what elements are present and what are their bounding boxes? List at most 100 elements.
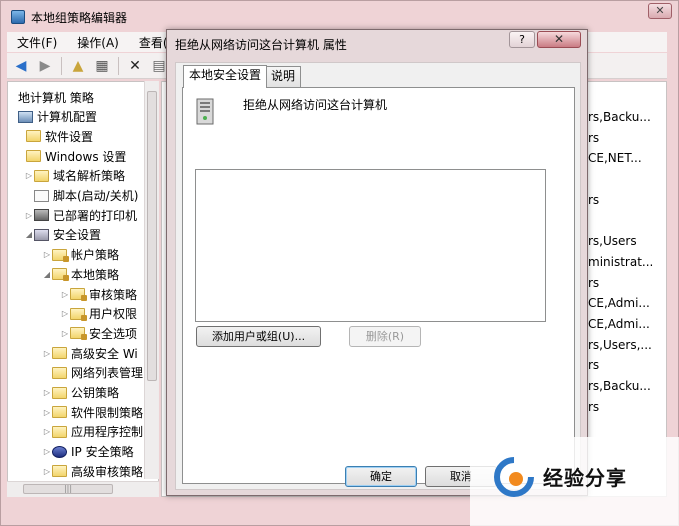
- toolbar-separator: [118, 56, 119, 75]
- menu-action[interactable]: 操作(A): [67, 34, 129, 51]
- tree-item[interactable]: ▷ 公钥策略: [42, 384, 119, 402]
- tree-item-label: 软件设置: [45, 129, 94, 144]
- remove-button[interactable]: 删除(R): [349, 326, 421, 347]
- list-item[interactable]: rs,Users: [588, 232, 637, 250]
- tree-item[interactable]: ▷ 审核策略: [60, 285, 137, 303]
- folder-icon: [52, 366, 67, 379]
- expand-arrow-icon[interactable]: ▷: [42, 349, 52, 358]
- tree-item-label: 公钥策略: [71, 386, 120, 400]
- main-window-title: 本地组策略编辑器: [31, 10, 128, 25]
- tree-item-label: 本地策略: [71, 267, 120, 282]
- lockfolder-icon: [52, 248, 69, 262]
- tree-item[interactable]: ▷ 安全选项: [60, 324, 137, 342]
- security-icon: [34, 228, 49, 241]
- folder-icon: [26, 150, 41, 163]
- list-item[interactable]: CE,Admi...: [588, 315, 650, 333]
- tree-item-label: 域名解析策略: [53, 169, 126, 184]
- expand-arrow-icon[interactable]: ▷: [24, 171, 34, 180]
- expand-arrow-icon[interactable]: ▷: [42, 447, 52, 456]
- tree-item[interactable]: ▷ 软件限制策略: [42, 403, 143, 421]
- delete-icon[interactable]: ✕: [125, 56, 145, 76]
- computer-icon: [18, 110, 33, 123]
- list-item[interactable]: rs,Users,...: [588, 336, 652, 354]
- expand-arrow-icon[interactable]: ▷: [60, 329, 70, 338]
- lockfolder-icon: [52, 268, 69, 282]
- tree-item[interactable]: 脚本(启动/关机): [24, 187, 138, 205]
- main-close-button[interactable]: ✕: [648, 3, 672, 19]
- tree-item[interactable]: 计算机配置: [8, 108, 97, 126]
- tree-vertical-scroll-thumb[interactable]: [147, 91, 157, 381]
- tree-item-label: 帐户策略: [71, 248, 120, 263]
- expand-arrow-icon[interactable]: ▷: [42, 427, 52, 436]
- folder-icon: [52, 465, 67, 478]
- list-item[interactable]: rs: [588, 274, 599, 292]
- dialog-close-button[interactable]: ✕: [537, 31, 581, 48]
- up-folder-icon[interactable]: ▲: [68, 56, 88, 76]
- expand-arrow-icon[interactable]: ◢: [24, 230, 34, 239]
- tree-item[interactable]: 网络列表管理: [42, 364, 143, 382]
- tree-item[interactable]: ◢ 本地策略: [42, 265, 119, 283]
- tree-item-label: 网络列表管理: [71, 366, 144, 381]
- main-title-bar: 本地组策略编辑器: [11, 6, 127, 28]
- expand-arrow-icon[interactable]: ▷: [60, 290, 70, 299]
- printer-icon: [34, 209, 49, 222]
- tree-item[interactable]: 软件设置: [16, 127, 93, 145]
- show-hide-tree-icon[interactable]: ▦: [92, 56, 112, 76]
- lockfolder-icon: [70, 307, 87, 321]
- list-item[interactable]: CE,NET...: [588, 149, 642, 167]
- expand-arrow-icon[interactable]: ◢: [42, 270, 52, 279]
- dialog-title: 拒绝从网络访问这台计算机 属性: [175, 38, 347, 52]
- list-item[interactable]: rs: [588, 356, 599, 374]
- tree-item-label: 用户权限: [89, 307, 138, 322]
- expand-arrow-icon[interactable]: ▷: [24, 211, 34, 220]
- expand-arrow-icon[interactable]: ▷: [42, 467, 52, 476]
- menu-file[interactable]: 文件(F): [7, 34, 67, 51]
- tree-item-label: 高级安全 Wi: [71, 346, 138, 361]
- tab-explain[interactable]: 说明: [265, 66, 302, 87]
- script-icon: [34, 189, 49, 202]
- help-button[interactable]: ?: [509, 31, 535, 48]
- add-user-or-group-button[interactable]: 添加用户或组(U)...: [196, 326, 321, 347]
- list-item[interactable]: ministrat...: [588, 253, 653, 271]
- folder-icon: [52, 425, 67, 438]
- tree-item-label: Windows 设置: [45, 149, 127, 164]
- tree-item[interactable]: ▷ 用户权限: [60, 305, 137, 323]
- list-item[interactable]: CE,Admi...: [588, 294, 650, 312]
- watermark-text: 经验分享: [543, 466, 627, 490]
- tree-item[interactable]: ▷ 应用程序控制: [42, 423, 143, 441]
- list-item[interactable]: rs: [588, 129, 599, 147]
- forward-icon[interactable]: ▶: [35, 56, 55, 76]
- expand-arrow-icon[interactable]: ▷: [42, 408, 52, 417]
- tree-item-label: 高级审核策略: [71, 464, 144, 479]
- watermark-logo-icon: [494, 457, 534, 497]
- folder-icon: [52, 406, 67, 419]
- expand-arrow-icon[interactable]: ▷: [42, 250, 52, 259]
- tree-item[interactable]: ▷ IP 安全策略: [42, 443, 134, 461]
- ok-button[interactable]: 确定: [345, 466, 417, 487]
- tab-local-security-setting[interactable]: 本地安全设置: [183, 65, 268, 88]
- tree-item-label: 审核策略: [89, 287, 138, 302]
- tree-item[interactable]: ▷ 已部署的打印机: [24, 206, 137, 224]
- back-icon[interactable]: ◀: [11, 56, 31, 76]
- tree-item[interactable]: ▷ 域名解析策略: [24, 167, 125, 185]
- tree-item[interactable]: ◢ 安全设置: [24, 226, 101, 244]
- folder-icon: [52, 386, 67, 399]
- tree-item[interactable]: ▷ 帐户策略: [42, 246, 119, 264]
- policy-tree-pane[interactable]: 地计算机 策略 计算机配置软件设置 Windows 设置 ▷ 域名解析策略脚本(启动/关…: [7, 81, 159, 497]
- expand-arrow-icon[interactable]: ▷: [42, 388, 52, 397]
- tree-item[interactable]: 地计算机 策略: [8, 88, 94, 106]
- list-item[interactable]: rs: [588, 398, 599, 416]
- list-item[interactable]: rs,Backu...: [588, 108, 651, 126]
- tree-item[interactable]: ▷ 高级安全 Wi: [42, 344, 138, 362]
- tree-item[interactable]: ▷ 高级审核策略: [42, 462, 143, 480]
- list-item[interactable]: rs: [588, 191, 599, 209]
- tree-item-label: 应用程序控制: [71, 425, 144, 440]
- users-groups-list[interactable]: [195, 169, 546, 322]
- tree-item-label: 已部署的打印机: [53, 208, 138, 223]
- policy-properties-dialog: 拒绝从网络访问这台计算机 属性 ? ✕ 本地安全设置 说明 拒绝从网络访问这台计…: [166, 29, 588, 496]
- tree-item[interactable]: Windows 设置: [16, 147, 126, 165]
- tree-horizontal-scroll-thumb[interactable]: |||: [23, 484, 113, 494]
- ipsec-icon: [52, 445, 67, 458]
- expand-arrow-icon[interactable]: ▷: [60, 309, 70, 318]
- list-item[interactable]: rs,Backu...: [588, 377, 651, 395]
